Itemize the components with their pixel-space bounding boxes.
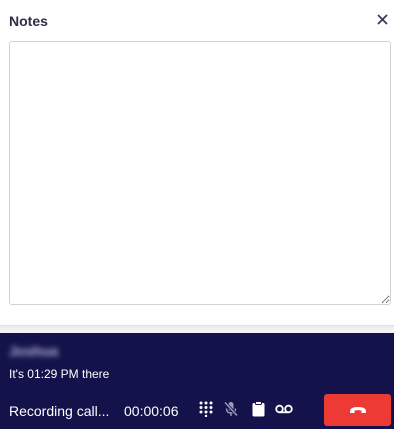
notes-textarea[interactable] — [9, 41, 391, 305]
mic-off-icon — [223, 401, 239, 417]
call-bar: Joshua It's 01:29 PM there Recording cal… — [0, 333, 394, 429]
phone-hangup-icon — [349, 407, 366, 413]
panel-divider — [0, 325, 394, 333]
caller-name: Joshua — [9, 343, 59, 359]
keypad-button[interactable] — [197, 400, 215, 418]
notes-title: Notes — [9, 13, 48, 29]
clipboard-icon — [252, 401, 264, 417]
call-timer: 00:00:06 — [124, 403, 179, 419]
mute-button[interactable] — [222, 400, 240, 418]
caller-local-time: It's 01:29 PM there — [9, 367, 110, 381]
voicemail-icon — [275, 404, 293, 414]
close-button[interactable] — [374, 11, 390, 27]
close-icon — [377, 14, 387, 24]
hangup-button[interactable] — [324, 394, 391, 426]
dialpad-icon — [199, 401, 213, 417]
call-status: Recording call... — [9, 403, 110, 419]
notes-toggle-button[interactable] — [249, 400, 267, 418]
voicemail-button[interactable] — [275, 400, 293, 418]
notes-panel: Notes — [0, 0, 394, 325]
